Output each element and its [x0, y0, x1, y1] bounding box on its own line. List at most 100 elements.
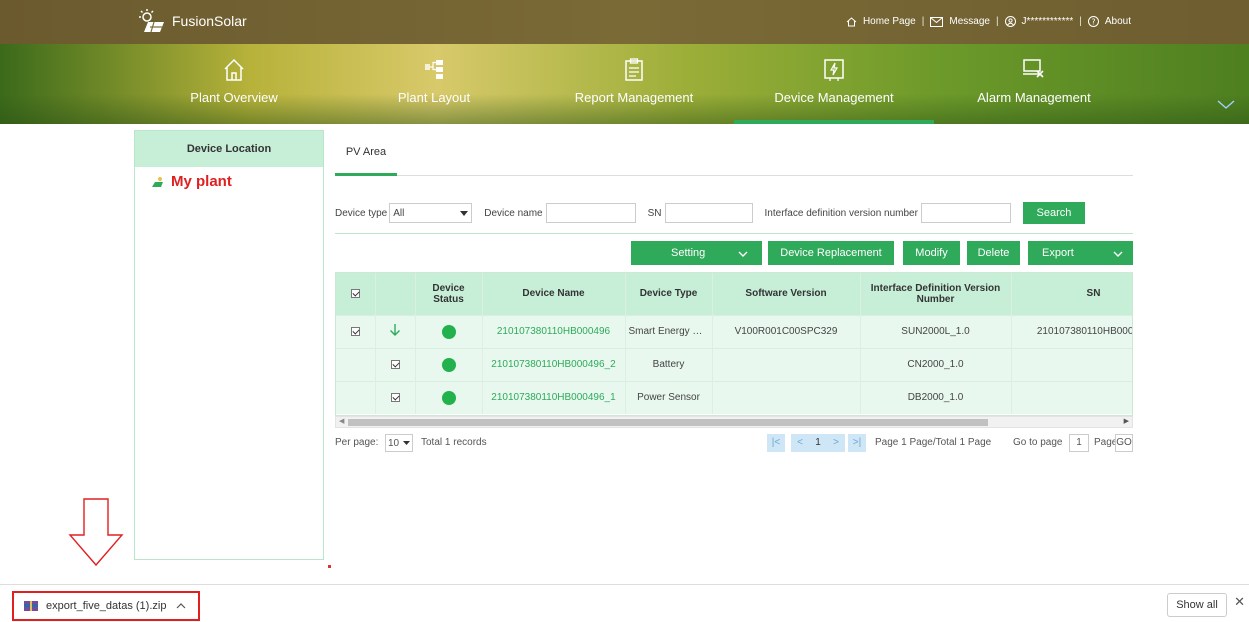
- table-row[interactable]: 210107380110HB000496_1 Power Sensor DB20…: [336, 380, 1132, 414]
- column-header[interactable]: Interface Definition Version Number: [860, 273, 1012, 315]
- device-type-label: Device type: [335, 207, 388, 219]
- close-icon[interactable]: ✕: [1234, 594, 1245, 610]
- search-button[interactable]: Search: [1022, 202, 1085, 224]
- top-bar: FusionSolar Home Page | Message | J*****…: [0, 0, 1249, 44]
- nav-label: Report Management: [574, 90, 694, 105]
- per-page-label: Per page:: [335, 437, 379, 448]
- prev-page-icon[interactable]: <: [791, 434, 809, 452]
- current-page[interactable]: 1: [809, 434, 827, 452]
- pagination: Per page: 10 Total 1 records |< < 1 > >|…: [335, 434, 1133, 454]
- first-page-icon[interactable]: |<: [767, 434, 785, 452]
- column-header[interactable]: SN: [1011, 273, 1132, 315]
- sn-cell: [1011, 380, 1132, 414]
- table-row[interactable]: 210107380110HB000496_2 Battery CN2000_1.…: [336, 347, 1132, 381]
- tree-label: My plant: [171, 173, 232, 190]
- modify-button[interactable]: Modify: [903, 241, 960, 265]
- column-header[interactable]: Device Type: [625, 273, 713, 315]
- plant-icon: [152, 176, 163, 187]
- status-online-icon: [441, 324, 456, 339]
- device-name-input[interactable]: [545, 203, 636, 223]
- per-page-select[interactable]: 10: [385, 434, 413, 452]
- export-dropdown[interactable]: Export: [1028, 241, 1133, 265]
- show-all-button[interactable]: Show all: [1167, 593, 1227, 617]
- last-page-icon[interactable]: >|: [848, 434, 866, 452]
- red-dot-marker: [328, 565, 331, 568]
- top-links: Home Page | Message | J************ | ? …: [846, 16, 1131, 27]
- device-table: Device Status Device Name Device Type So…: [335, 272, 1133, 416]
- column-header[interactable]: Device Name: [482, 273, 626, 315]
- interface-version-cell: SUN2000L_1.0: [860, 314, 1012, 348]
- next-page-icon[interactable]: >: [827, 434, 845, 452]
- table-header: Device Status Device Name Device Type So…: [336, 273, 1132, 315]
- sidebar-header: Device Location: [135, 131, 323, 167]
- chevron-up-icon[interactable]: [176, 603, 186, 609]
- go-button[interactable]: GO: [1115, 434, 1133, 452]
- message-link[interactable]: Message: [949, 16, 990, 27]
- per-page-value: 10: [388, 437, 400, 449]
- tree-item-my-plant[interactable]: My plant: [135, 167, 323, 190]
- row-checkbox[interactable]: [350, 326, 360, 336]
- about-link[interactable]: About: [1105, 16, 1131, 27]
- tab-pv-area[interactable]: PV Area: [335, 140, 397, 176]
- select-all-checkbox[interactable]: [350, 289, 360, 299]
- separator: |: [995, 16, 999, 27]
- message-icon: [930, 16, 944, 27]
- nav-plant-overview[interactable]: Plant Overview: [134, 58, 334, 105]
- total-records: Total 1 records: [421, 437, 487, 448]
- caret-down-icon: [460, 210, 469, 216]
- user-link[interactable]: J************: [1022, 16, 1074, 27]
- setting-dropdown[interactable]: Setting: [631, 241, 762, 265]
- report-icon: [625, 58, 643, 81]
- delete-button[interactable]: Delete: [967, 241, 1020, 265]
- sn-cell: 210107380110HB000496: [1011, 314, 1132, 348]
- row-checkbox[interactable]: [390, 359, 400, 369]
- device-name-link[interactable]: 210107380110HB000496_2: [482, 347, 626, 381]
- layout-icon: [425, 60, 443, 79]
- nav-label: Alarm Management: [977, 90, 1091, 105]
- select-all-cell[interactable]: [336, 273, 376, 315]
- nav-plant-layout[interactable]: Plant Layout: [334, 58, 534, 105]
- device-replacement-button[interactable]: Device Replacement: [768, 241, 894, 265]
- scroll-left-icon[interactable]: ◀: [339, 417, 344, 425]
- goto-page-input[interactable]: 1: [1069, 434, 1089, 452]
- nav-alarm-management[interactable]: Alarm Management: [934, 58, 1134, 105]
- arrow-down-icon[interactable]: [389, 323, 401, 337]
- expand-header: [375, 273, 416, 315]
- nav-label: Plant Layout: [397, 90, 471, 105]
- divider: [335, 233, 1133, 234]
- chevron-down-icon: [738, 251, 748, 257]
- download-item[interactable]: export_five_datas (1).zip: [12, 591, 200, 621]
- chevron-down-icon[interactable]: [1217, 100, 1235, 110]
- nav-report-management[interactable]: Report Management: [534, 58, 734, 105]
- separator: |: [1079, 16, 1082, 27]
- device-name-link[interactable]: 210107380110HB000496: [482, 314, 626, 348]
- row-checkbox[interactable]: [390, 393, 400, 403]
- scrollbar-thumb[interactable]: [348, 419, 988, 426]
- table-row[interactable]: 210107380110HB000496 Smart Energy Ce... …: [336, 314, 1132, 348]
- nav-device-management[interactable]: Device Management: [734, 58, 934, 124]
- device-type-select[interactable]: All: [389, 203, 473, 223]
- status-online-icon: [441, 390, 456, 405]
- column-header[interactable]: Device Status: [415, 273, 483, 315]
- device-name-link[interactable]: 210107380110HB000496_1: [482, 380, 626, 414]
- column-header[interactable]: Software Version: [712, 273, 861, 315]
- scroll-right-icon[interactable]: ▶: [1124, 417, 1129, 425]
- device-location-panel: Device Location My plant: [134, 130, 324, 560]
- app-logo[interactable]: FusionSolar: [136, 8, 247, 34]
- home-page-link[interactable]: Home Page: [863, 16, 916, 27]
- interface-version-cell: CN2000_1.0: [860, 347, 1012, 381]
- annotation-arrow-icon: [68, 498, 124, 567]
- interface-version-label: Interface definition version number: [764, 207, 918, 219]
- software-version-cell: [712, 347, 861, 381]
- horizontal-scrollbar[interactable]: ◀ ▶: [335, 416, 1133, 428]
- device-type-cell: Power Sensor: [625, 380, 713, 414]
- status-online-icon: [441, 357, 456, 372]
- device-type-cell: Battery: [625, 347, 713, 381]
- interface-version-input[interactable]: [920, 203, 1011, 223]
- home-link-icon: [846, 16, 857, 26]
- user-icon: [1004, 16, 1016, 27]
- setting-label: Setting: [671, 247, 706, 259]
- home-icon: [224, 58, 244, 81]
- goto-label: Go to page: [1013, 437, 1063, 448]
- sn-input[interactable]: [664, 203, 753, 223]
